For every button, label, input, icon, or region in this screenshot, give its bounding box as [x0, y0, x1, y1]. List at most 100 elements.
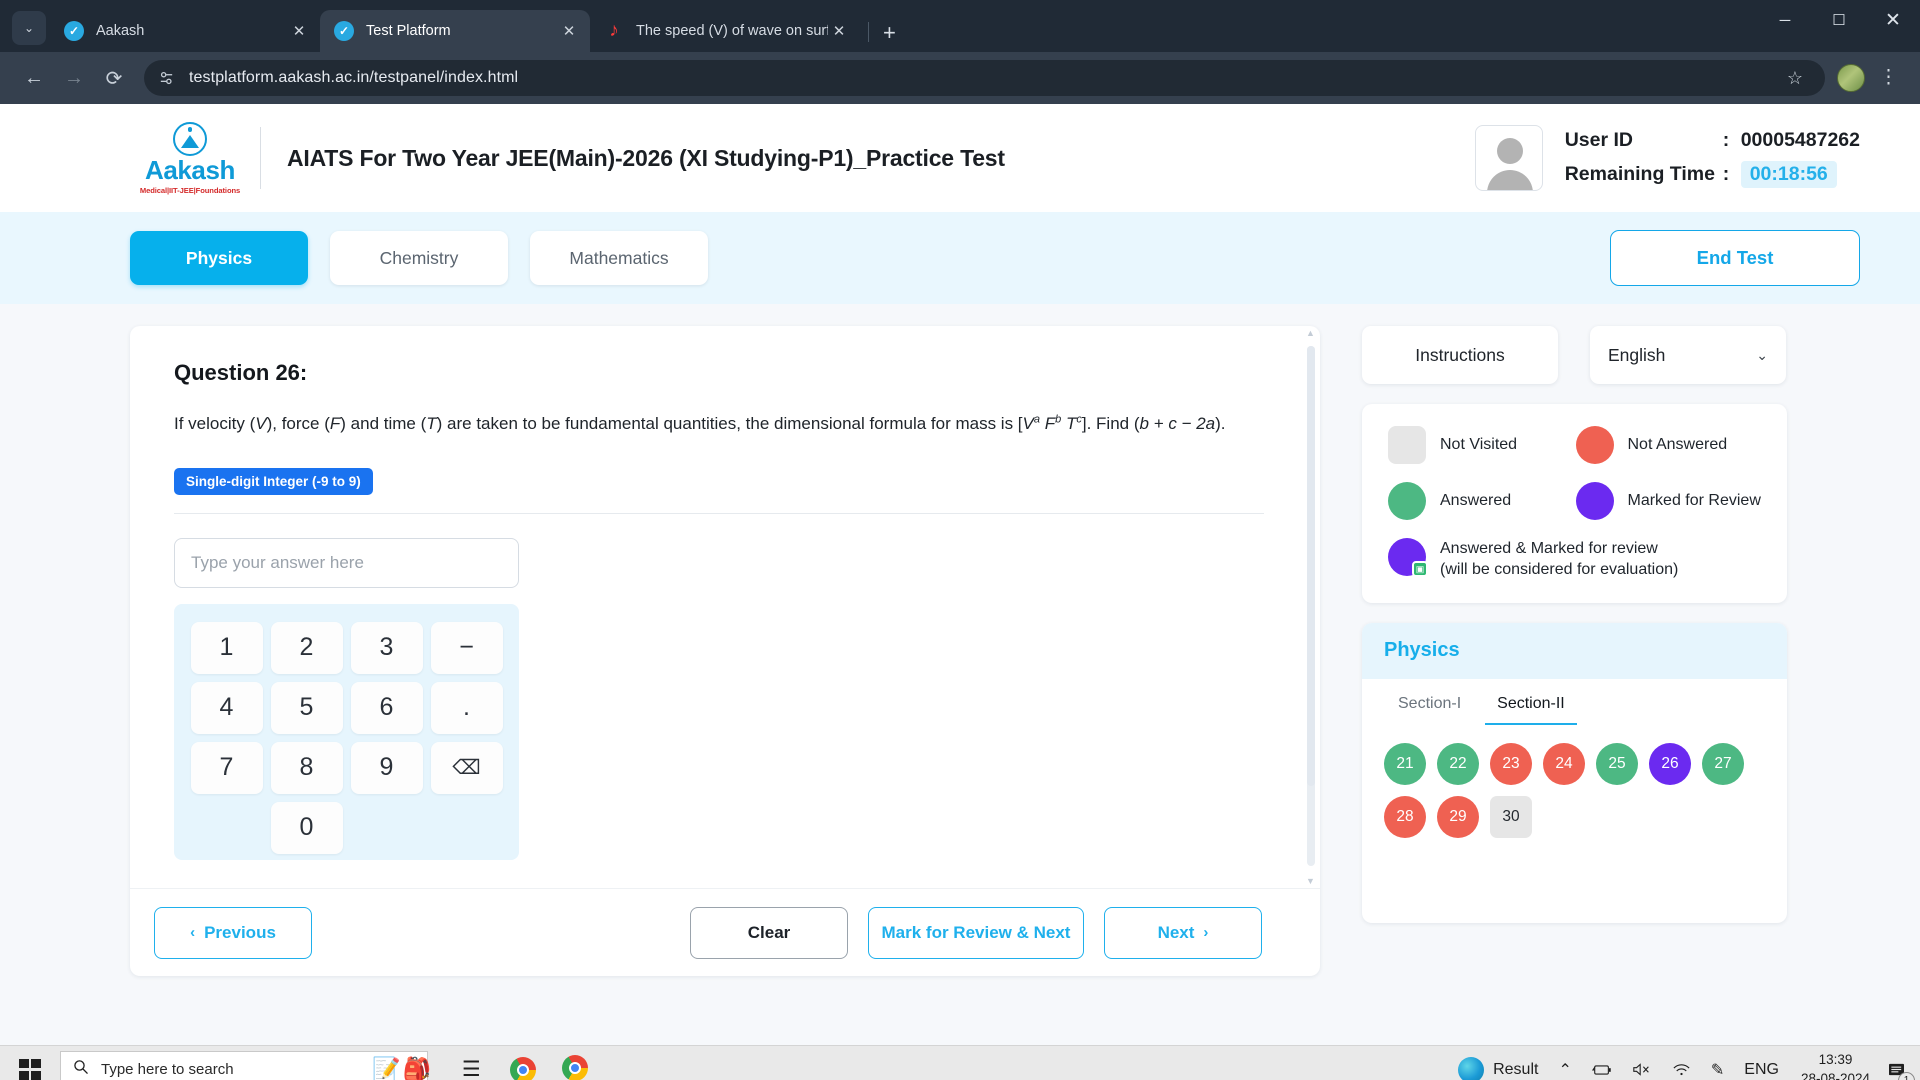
legend-answered-and-marked: ▣ Answered & Marked for review (will be …	[1388, 538, 1763, 581]
question-button-24[interactable]: 24	[1543, 742, 1585, 785]
key-5[interactable]: 5	[270, 681, 343, 734]
numeric-keypad: 1 2 3 − 4 5 6 . 7 8 9 ⌫ 0	[174, 603, 519, 860]
key-minus[interactable]: −	[430, 621, 503, 674]
backpack-icon[interactable]: 🎒	[403, 1056, 432, 1080]
aakash-logo-icon	[173, 121, 207, 156]
end-test-button[interactable]: End Test	[1610, 230, 1860, 286]
backspace-icon[interactable]: ⌫	[430, 741, 503, 794]
key-6[interactable]: 6	[350, 681, 423, 734]
colon: :	[1722, 162, 1730, 185]
remaining-time-label: Remaining Time	[1564, 162, 1715, 185]
volume-muted-icon[interactable]	[1622, 1062, 1662, 1077]
browser-chrome: ⌄ ✓ Aakash ✕ ✓ Test Platform ✕ ♪ The spe…	[0, 0, 1920, 104]
key-2[interactable]: 2	[270, 621, 343, 674]
question-button-22[interactable]: 22	[1437, 742, 1479, 785]
language-indicator[interactable]: ENG	[1734, 1061, 1789, 1079]
forward-icon[interactable]: →	[54, 58, 94, 98]
answer-type-badge: Single-digit Integer (-9 to 9)	[174, 467, 373, 495]
key-4[interactable]: 4	[190, 681, 263, 734]
language-select[interactable]: English ⌄	[1590, 326, 1786, 384]
start-button[interactable]	[4, 1046, 56, 1080]
tab-close-icon[interactable]: ✕	[288, 22, 310, 40]
question-button-29[interactable]: 29	[1437, 795, 1479, 838]
key-1[interactable]: 1	[190, 621, 263, 674]
user-id-row: User ID : 00005487262	[1565, 129, 1860, 152]
address-bar[interactable]: testplatform.aakash.ac.in/testpanel/inde…	[144, 60, 1825, 96]
show-hidden-icons[interactable]: ⌃	[1548, 1060, 1581, 1080]
browser-tab-3[interactable]: ♪ The speed (V) of wave on surfac ✕	[590, 10, 860, 52]
question-scroll-area: Question 26: If velocity (V), force (F) …	[130, 326, 1320, 888]
browser-menu-icon[interactable]: ⋮	[1871, 68, 1906, 87]
chrome-active-window-icon[interactable]	[549, 1046, 601, 1080]
key-9[interactable]: 9	[350, 741, 423, 794]
scroll-up-arrow[interactable]: ▲	[1306, 328, 1315, 338]
instructions-button[interactable]: Instructions	[1362, 326, 1558, 384]
aakash-logo[interactable]: Aakash Medical|IIT-JEE|Foundations	[130, 121, 287, 195]
question-number-grid: 21 22 23 24 25 26 27 28 29 30	[1362, 725, 1787, 862]
answer-input[interactable]	[174, 537, 519, 588]
chevron-right-icon: ›	[1203, 924, 1209, 941]
profile-avatar[interactable]	[1837, 64, 1865, 92]
tab-close-icon[interactable]: ✕	[828, 22, 850, 40]
result-app[interactable]: Result	[1448, 1056, 1548, 1080]
chrome-taskbar-icon[interactable]	[497, 1046, 549, 1080]
scroll-down-arrow[interactable]: ▼	[1306, 876, 1315, 886]
back-icon[interactable]: ←	[14, 58, 54, 98]
previous-button[interactable]: ‹ Previous	[154, 906, 312, 959]
notifications-icon[interactable]: 1	[1882, 1056, 1915, 1080]
close-window-button[interactable]: ✕	[1866, 0, 1920, 40]
result-label: Result	[1493, 1060, 1539, 1078]
maximize-button[interactable]: ☐	[1812, 0, 1866, 40]
tab-title: The speed (V) of wave on surfac	[636, 23, 828, 39]
tab-chemistry[interactable]: Chemistry	[330, 231, 508, 285]
question-text: If velocity (V), force (F) and time (T) …	[174, 410, 1239, 438]
url-text: testplatform.aakash.ac.in/testpanel/inde…	[189, 69, 519, 86]
bookmark-star-icon[interactable]: ☆	[1779, 68, 1811, 89]
key-8[interactable]: 8	[270, 741, 343, 794]
tab-search-button[interactable]: ⌄	[12, 11, 46, 45]
reload-icon[interactable]: ⟳	[94, 58, 134, 98]
browser-tab-1[interactable]: ✓ Aakash ✕	[50, 10, 320, 52]
key-7[interactable]: 7	[190, 741, 263, 794]
tiktok-favicon-icon: ♪	[609, 20, 619, 41]
mark-for-review-next-button[interactable]: Mark for Review & Next	[868, 906, 1084, 959]
user-info: User ID : 00005487262 Remaining Time : 0…	[1474, 125, 1860, 191]
question-button-25[interactable]: 25	[1596, 742, 1638, 785]
question-text-part: If velocity (	[174, 414, 256, 433]
minimize-button[interactable]: ─	[1758, 0, 1812, 40]
tab-physics[interactable]: Physics	[130, 231, 308, 285]
question-button-26[interactable]: 26	[1649, 742, 1691, 785]
question-scrollbar[interactable]	[1307, 346, 1315, 866]
section-tab-1[interactable]: Section-I	[1386, 695, 1473, 725]
task-view-icon[interactable]: ☰	[445, 1046, 497, 1080]
tab-close-icon[interactable]: ✕	[558, 22, 580, 40]
tab-title: Test Platform	[366, 23, 451, 39]
notebook-pencil-icon[interactable]: 📝	[372, 1056, 401, 1080]
key-0[interactable]: 0	[270, 801, 343, 854]
question-button-21[interactable]: 21	[1384, 742, 1426, 785]
clear-button[interactable]: Clear	[690, 906, 848, 959]
scrollbar-thumb[interactable]	[1307, 346, 1315, 786]
question-button-23[interactable]: 23	[1490, 742, 1532, 785]
browser-tab-2[interactable]: ✓ Test Platform ✕	[320, 10, 590, 52]
clock[interactable]: 13:39 28-08-2024	[1789, 1051, 1882, 1080]
question-button-28[interactable]: 28	[1384, 795, 1426, 838]
symbol-f: F	[329, 414, 341, 433]
section-tab-2[interactable]: Section-II	[1485, 695, 1577, 725]
key-dot[interactable]: .	[430, 681, 503, 734]
question-button-27[interactable]: 27	[1702, 742, 1744, 785]
find-expression: b + c − 2a	[1139, 414, 1216, 433]
battery-icon[interactable]	[1582, 1063, 1622, 1077]
wifi-icon[interactable]	[1662, 1062, 1701, 1077]
marked-swatch-icon	[1575, 482, 1614, 520]
next-button[interactable]: Next ›	[1104, 906, 1262, 959]
symbol-v: V	[255, 414, 267, 433]
tab-mathematics[interactable]: Mathematics	[530, 231, 708, 285]
key-3[interactable]: 3	[350, 621, 423, 674]
question-button-30[interactable]: 30	[1490, 795, 1532, 838]
pen-icon[interactable]: ✎	[1701, 1060, 1734, 1080]
question-text-part: ) and time (	[340, 414, 427, 433]
new-tab-button[interactable]: +	[877, 22, 902, 52]
window-controls: ─ ☐ ✕	[1758, 0, 1920, 52]
site-settings-icon[interactable]	[158, 70, 175, 87]
